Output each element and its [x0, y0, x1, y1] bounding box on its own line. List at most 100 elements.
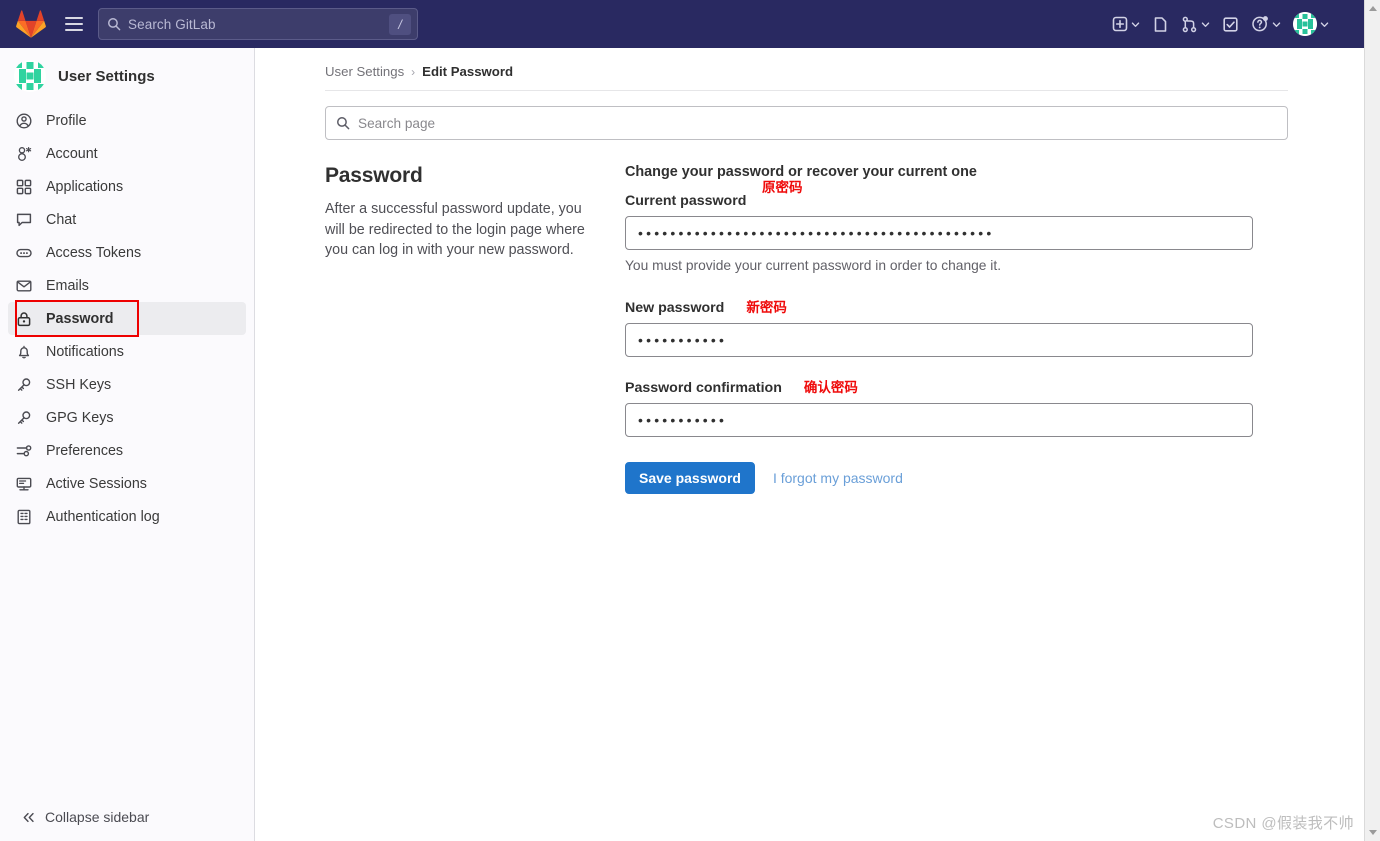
profile-icon	[16, 112, 32, 129]
chevron-down-icon	[1201, 21, 1210, 27]
password-form: Change your password or recover your cur…	[625, 164, 1258, 494]
key-icon	[16, 410, 32, 426]
breadcrumb: User Settings › Edit Password	[255, 48, 1364, 79]
sidebar-item-label: Applications	[46, 178, 124, 195]
help-icon	[1252, 16, 1268, 32]
lock-icon	[16, 311, 32, 327]
new-password-label-text: New password	[625, 300, 725, 316]
create-new-icon	[1112, 16, 1128, 32]
new-password-annotation: 新密码	[746, 300, 787, 315]
search-page-input[interactable]: Search page	[325, 106, 1288, 140]
sidebar-item-label: SSH Keys	[46, 376, 112, 393]
current-password-label-text: Current password	[625, 193, 747, 209]
search-input[interactable]: Search GitLab /	[98, 8, 418, 40]
key-icon	[16, 377, 32, 393]
sidebar-item-authentication-log[interactable]: Authentication log	[8, 500, 246, 533]
current-password-label-wrapper: Current password 原密码	[625, 180, 1258, 209]
current-password-helper-text: You must provide your current password i…	[625, 258, 1002, 273]
create-new-button[interactable]	[1107, 8, 1145, 40]
password-confirmation-annotation: 确认密码	[803, 380, 858, 395]
sidebar-item-emails[interactable]: Emails	[8, 269, 246, 302]
preferences-icon	[16, 443, 32, 459]
user-menu-button[interactable]	[1288, 8, 1334, 40]
sidebar-item-notifications[interactable]: Notifications	[8, 335, 246, 368]
issues-button[interactable]	[1147, 8, 1174, 40]
form-lead-text: Change your password or recover your cur…	[625, 164, 977, 180]
password-confirmation-field[interactable]: •••••••••••	[625, 403, 1253, 437]
scroll-up-arrow[interactable]	[1365, 0, 1380, 17]
current-password-annotation: 原密码	[762, 180, 803, 195]
bell-icon	[16, 344, 32, 360]
sidebar-item-applications[interactable]: Applications	[8, 170, 246, 203]
current-password-value: ••••••••••••••••••••••••••••••••••••••••…	[638, 225, 995, 241]
password-settings-content: Password After a successful password upd…	[255, 140, 1364, 494]
breadcrumb-divider	[325, 90, 1288, 91]
sidebar-item-label: GPG Keys	[46, 409, 114, 426]
sidebar-item-label: Preferences	[46, 442, 124, 459]
chevron-down-icon	[1320, 21, 1329, 27]
sidebar-item-label: Authentication log	[46, 508, 160, 525]
breadcrumb-parent[interactable]: User Settings	[325, 64, 404, 79]
settings-description-column: Password After a successful password upd…	[325, 164, 625, 494]
watermark-text: CSDN @假装我不帅	[1212, 815, 1354, 832]
page-description: After a successful password update, you …	[325, 201, 585, 258]
scroll-down-arrow[interactable]	[1365, 824, 1380, 841]
new-password-field[interactable]: •••••••••••	[625, 323, 1253, 357]
chevron-down-icon	[1131, 21, 1140, 27]
user-avatar-identicon	[14, 60, 46, 92]
password-confirmation-label: Password confirmation 确认密码	[625, 376, 1258, 396]
sidebar-item-profile[interactable]: Profile	[8, 104, 246, 137]
breadcrumb-current[interactable]: Edit Password	[422, 64, 513, 79]
sidebar-item-password[interactable]: Password	[8, 302, 246, 335]
sidebar-item-label: Emails	[46, 277, 89, 294]
sidebar-item-ssh-keys[interactable]: SSH Keys	[8, 368, 246, 401]
sidebar-item-password-wrapper: Password	[8, 300, 246, 337]
todos-button[interactable]	[1217, 8, 1244, 40]
account-icon	[16, 146, 32, 162]
sidebar-item-active-sessions[interactable]: Active Sessions	[8, 467, 246, 500]
emails-icon	[16, 278, 32, 294]
sidebar-item-preferences[interactable]: Preferences	[8, 434, 246, 467]
page-title: Password	[325, 164, 423, 187]
sidebar-item-gpg-keys[interactable]: GPG Keys	[8, 401, 246, 434]
collapse-sidebar-label: Collapse sidebar	[45, 809, 150, 825]
sidebar-item-chat[interactable]: Chat	[8, 203, 246, 236]
hamburger-menu-icon[interactable]	[60, 10, 88, 38]
sidebar-item-account[interactable]: Account	[8, 137, 246, 170]
chevron-down-icon	[1272, 21, 1281, 27]
page-scrollbar[interactable]	[1364, 0, 1380, 841]
sidebar-item-access-tokens[interactable]: Access Tokens	[8, 236, 246, 269]
user-settings-sidebar: User Settings Profile Account Applicatio…	[0, 48, 255, 841]
sidebar-item-label: Password	[46, 310, 114, 327]
avatar	[1293, 12, 1317, 36]
search-icon	[337, 117, 350, 130]
password-confirmation-label-text: Password confirmation	[625, 380, 782, 396]
gitlab-user-settings-page: Search GitLab / User Settings Profile Ac…	[0, 0, 1380, 841]
breadcrumb-separator: ›	[411, 64, 416, 79]
top-nav-actions	[1107, 8, 1352, 40]
search-placeholder: Search GitLab	[128, 16, 216, 32]
forgot-password-link[interactable]: I forgot my password	[773, 470, 903, 486]
new-password-label: New password 新密码	[625, 296, 1258, 316]
sidebar-item-label: Access Tokens	[46, 244, 142, 261]
merge-requests-button[interactable]	[1176, 8, 1215, 40]
sidebar-item-label: Active Sessions	[46, 475, 147, 492]
new-password-value: •••••••••••	[638, 332, 728, 348]
password-confirmation-value: •••••••••••	[638, 412, 728, 428]
current-password-field[interactable]: ••••••••••••••••••••••••••••••••••••••••…	[625, 216, 1253, 250]
sidebar-header[interactable]: User Settings	[0, 48, 254, 102]
help-button[interactable]	[1246, 8, 1286, 40]
search-page-placeholder: Search page	[358, 115, 436, 131]
save-password-button[interactable]: Save password	[625, 462, 755, 494]
merge-requests-icon	[1182, 16, 1197, 32]
collapse-sidebar-button[interactable]: Collapse sidebar	[0, 797, 254, 841]
monitor-icon	[16, 476, 32, 492]
sidebar-item-label: Notifications	[46, 343, 124, 360]
current-password-label: Current password	[625, 193, 1258, 209]
gitlab-logo-icon[interactable]	[16, 9, 46, 39]
sidebar-item-label: Profile	[46, 112, 87, 129]
log-icon	[16, 509, 32, 525]
chat-icon	[16, 212, 32, 228]
sidebar-item-label: Chat	[46, 211, 77, 228]
issues-icon	[1154, 16, 1167, 32]
